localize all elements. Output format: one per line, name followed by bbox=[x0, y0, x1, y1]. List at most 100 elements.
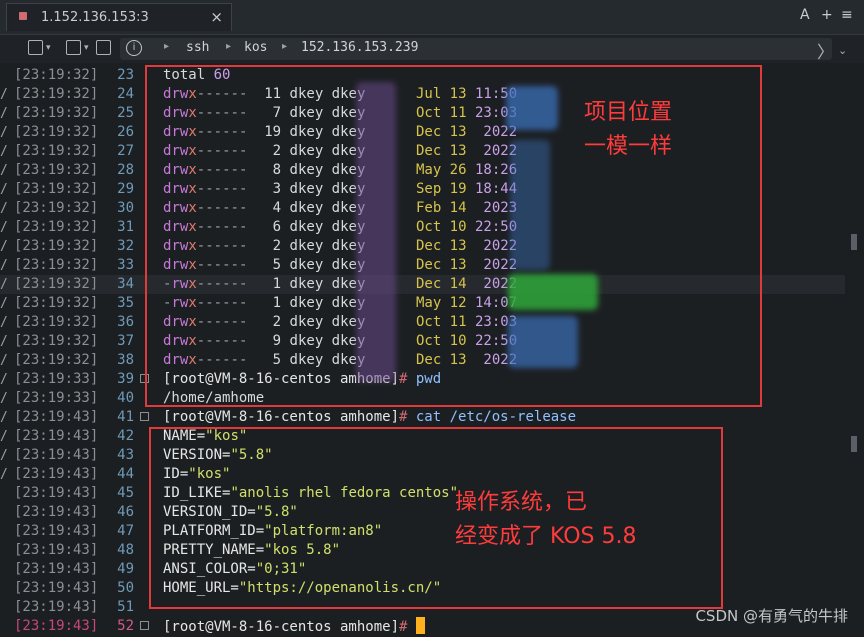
session-color-icon bbox=[19, 12, 27, 20]
gutter-marker: / bbox=[0, 163, 8, 178]
fold-toggle-icon[interactable] bbox=[140, 412, 149, 421]
timestamp: [23:19:32] bbox=[14, 143, 99, 159]
close-tab-button[interactable]: × bbox=[210, 8, 223, 26]
line-number: 29 bbox=[117, 181, 134, 197]
new-tab-button[interactable]: + bbox=[821, 7, 833, 23]
gutter-marker: / bbox=[0, 410, 8, 425]
gutter-marker: / bbox=[0, 391, 8, 406]
gutter-marker: / bbox=[0, 201, 8, 216]
shell-prompt: [root@VM-8-16-centos amhome] bbox=[163, 409, 400, 425]
timestamp: [23:19:43] bbox=[14, 542, 99, 558]
line-number: 47 bbox=[117, 523, 134, 539]
timestamp: [23:19:32] bbox=[14, 238, 99, 254]
gutter-marker: / bbox=[0, 258, 8, 273]
forward-icon[interactable]: 〉 bbox=[817, 38, 834, 63]
timestamp: [23:19:33] bbox=[14, 390, 99, 406]
gutter-marker: / bbox=[0, 220, 8, 235]
timestamp: [23:19:43] bbox=[14, 409, 99, 425]
timestamp: [23:19:32] bbox=[14, 352, 99, 368]
text-cursor bbox=[415, 617, 425, 634]
gutter-marker: / bbox=[0, 467, 8, 482]
terminal-line: [23:19:43] 41 [root@VM-8-16-centos amhome]… bbox=[0, 408, 845, 427]
line-number: 37 bbox=[117, 333, 134, 349]
info-icon[interactable]: i bbox=[126, 40, 142, 56]
new-session-icon[interactable] bbox=[28, 40, 43, 55]
line-number: 23 bbox=[117, 67, 134, 83]
dropdown-icon[interactable]: ⌄ bbox=[838, 44, 847, 57]
timestamp: [23:19:43] bbox=[14, 504, 99, 520]
timestamp: [23:19:32] bbox=[14, 276, 99, 292]
menu-icon[interactable]: ≡ bbox=[841, 7, 853, 23]
timestamp: [23:19:32] bbox=[14, 181, 99, 197]
gutter-marker: / bbox=[0, 87, 8, 102]
line-number: 46 bbox=[117, 504, 134, 520]
font-size-button[interactable]: A bbox=[800, 7, 810, 23]
breadcrumb-item-ssh[interactable]: ssh bbox=[186, 40, 209, 55]
breadcrumb-separator-icon: ▸ bbox=[226, 41, 232, 52]
line-number: 43 bbox=[117, 447, 134, 463]
highlight-box-os-release bbox=[149, 427, 723, 609]
line-number: 24 bbox=[117, 86, 134, 102]
line-number: 26 bbox=[117, 124, 134, 140]
session-tab[interactable]: 1.152.136.153:3 × bbox=[6, 3, 232, 31]
scrollbar[interactable] bbox=[845, 64, 864, 637]
line-number: 49 bbox=[117, 561, 134, 577]
shell-prompt: [root@VM-8-16-centos amhome] bbox=[163, 619, 400, 635]
timestamp: [23:19:32] bbox=[14, 67, 99, 83]
timestamp: [23:19:43] bbox=[14, 523, 99, 539]
timestamp: [23:19:43] bbox=[14, 466, 99, 482]
gutter-marker: / bbox=[0, 106, 8, 121]
gutter-marker: / bbox=[0, 277, 8, 292]
line-number: 48 bbox=[117, 542, 134, 558]
duplicate-session-icon[interactable] bbox=[66, 40, 81, 55]
breadcrumb-separator-icon: ▸ bbox=[164, 41, 170, 52]
chevron-down-icon[interactable]: ▾ bbox=[84, 43, 89, 53]
annotation-project-location: 项目位置 一模一样 bbox=[584, 100, 673, 159]
line-number: 45 bbox=[117, 485, 134, 501]
timestamp: [23:19:43] bbox=[14, 447, 99, 463]
line-number: 41 bbox=[117, 409, 134, 425]
gutter-marker: / bbox=[0, 182, 8, 197]
timestamp: [23:19:32] bbox=[14, 314, 99, 330]
gutter-marker: / bbox=[0, 239, 8, 254]
line-number: 30 bbox=[117, 200, 134, 216]
timestamp: [23:19:32] bbox=[14, 105, 99, 121]
scroll-marker bbox=[851, 436, 857, 452]
toolbar: ▾ ▾ i ▸ ssh ▸ kos ▸ 152.136.153.239 〉 ⌄ bbox=[0, 35, 864, 63]
line-number: 50 bbox=[117, 580, 134, 596]
shell-command bbox=[407, 619, 415, 635]
watermark: CSDN @有勇气的牛排 bbox=[695, 607, 848, 625]
gutter-marker: / bbox=[0, 144, 8, 159]
annotation-os-changed: 操作系统，已 经变成了 KOS 5.8 bbox=[455, 490, 637, 549]
shell-command: cat /etc/os-release bbox=[407, 409, 577, 425]
line-number: 33 bbox=[117, 257, 134, 273]
chevron-down-icon[interactable]: ▾ bbox=[46, 43, 51, 53]
fold-toggle-icon[interactable] bbox=[140, 621, 149, 630]
breadcrumb: i ▸ ssh ▸ kos ▸ 152.136.153.239 〉 bbox=[120, 38, 834, 63]
tab-bar: 1.152.136.153:3 × A + ≡ bbox=[0, 0, 864, 35]
timestamp: [23:19:32] bbox=[14, 257, 99, 273]
line-number: 42 bbox=[117, 428, 134, 444]
timestamp: [23:19:43] bbox=[14, 428, 99, 444]
timestamp: [23:19:43] bbox=[14, 599, 99, 615]
line-number: 28 bbox=[117, 162, 134, 178]
timestamp: [23:19:32] bbox=[14, 124, 99, 140]
gutter-marker: / bbox=[0, 315, 8, 330]
breadcrumb-item-kos[interactable]: kos bbox=[244, 40, 267, 55]
timestamp: [23:19:32] bbox=[14, 86, 99, 102]
line-number: 38 bbox=[117, 352, 134, 368]
breadcrumb-item-host[interactable]: 152.136.153.239 bbox=[301, 40, 418, 55]
line-number: 39 bbox=[117, 371, 134, 387]
timestamp: [23:19:32] bbox=[14, 162, 99, 178]
breadcrumb-separator-icon: ▸ bbox=[282, 41, 288, 52]
gutter-marker: / bbox=[0, 334, 8, 349]
line-number: 52 bbox=[117, 618, 134, 634]
timestamp: [23:19:33] bbox=[14, 371, 99, 387]
tab-title: 1.152.136.153:3 bbox=[41, 10, 149, 25]
line-number: 51 bbox=[117, 599, 134, 615]
timestamp: [23:19:32] bbox=[14, 295, 99, 311]
line-number: 40 bbox=[117, 390, 134, 406]
line-content: [root@VM-8-16-centos amhome]# bbox=[163, 617, 425, 637]
timestamp: [23:19:43] bbox=[14, 485, 99, 501]
copy-icon[interactable] bbox=[96, 40, 111, 55]
